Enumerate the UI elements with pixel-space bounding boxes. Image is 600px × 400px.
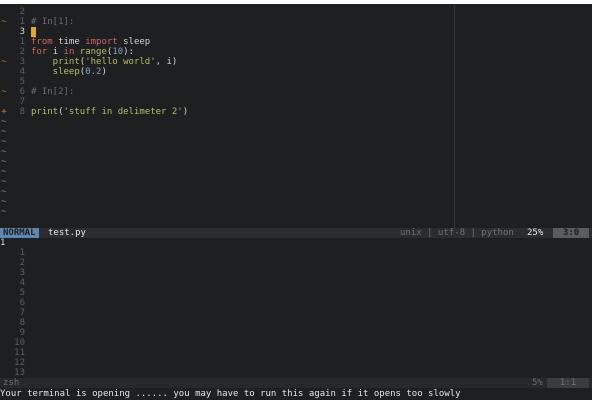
code-token: in	[63, 47, 80, 57]
git-sign: ~	[1, 57, 7, 67]
line-number: 5	[19, 77, 25, 87]
line-number: 6	[19, 87, 25, 97]
line-number: 2	[19, 7, 25, 17]
line-number: 1	[19, 17, 25, 27]
code-token: for	[31, 47, 53, 57]
empty-line-marker: ~	[1, 157, 7, 167]
line-code[interactable]: print('hello world', i)	[31, 57, 178, 67]
line-number: 5	[19, 288, 25, 298]
line-number: 3	[19, 268, 25, 278]
empty-line-marker: ~	[1, 127, 7, 137]
line-code[interactable]: from time import sleep	[31, 37, 150, 47]
code-token: sleep	[31, 67, 80, 77]
empty-line-marker: ~	[1, 147, 7, 157]
terminal-filename: zsh	[3, 378, 20, 388]
color-column	[454, 4, 455, 228]
line-code[interactable]	[31, 27, 36, 37]
code-token: import	[85, 37, 124, 47]
line-number: 13	[14, 368, 25, 378]
code-token: 'hello world'	[85, 57, 156, 67]
empty-line-marker: ~	[1, 117, 7, 127]
code-token: sleep	[123, 37, 151, 47]
line-number: 6	[19, 298, 25, 308]
code-token: print	[31, 57, 80, 67]
line-number: 10	[14, 338, 25, 348]
empty-line-marker: ~	[1, 177, 7, 187]
code-token: , i)	[155, 57, 178, 67]
status-percent: 25%	[527, 228, 544, 238]
line-code[interactable]: for i in range(10):	[31, 47, 134, 57]
line-number: 1	[19, 248, 25, 258]
empty-line-marker: ~	[1, 167, 7, 177]
terminal-position: 1:1	[547, 378, 589, 388]
line-number: 9	[19, 328, 25, 338]
line-number: 1	[0, 238, 6, 248]
status-position: 3:0	[553, 228, 589, 238]
empty-line-marker: ~	[1, 207, 7, 217]
code-token: # In[2]:	[31, 87, 75, 97]
line-code[interactable]: print('stuff in delimeter 2')	[31, 107, 188, 117]
command-message: Your terminal is opening ...... you may …	[0, 389, 461, 399]
line-code[interactable]: sleep(0.2)	[31, 67, 107, 77]
line-code[interactable]: # In[2]:	[31, 87, 74, 97]
status-filename: test.py	[48, 228, 86, 238]
code-token: ):	[123, 47, 134, 57]
empty-line-marker: ~	[1, 187, 7, 197]
code-token: i	[52, 47, 64, 57]
code-token: 10	[112, 47, 124, 57]
line-number: 1	[19, 37, 25, 47]
git-sign: +	[1, 107, 7, 117]
terminal-percent: 5%	[532, 378, 543, 388]
empty-line-marker: ~	[1, 137, 7, 147]
line-number: 12	[14, 358, 25, 368]
line-number: 3	[19, 57, 25, 67]
code-token: from	[31, 37, 59, 47]
cursor	[31, 27, 36, 37]
line-number: 2	[19, 47, 25, 57]
line-number: 11	[14, 348, 25, 358]
line-number: 2	[19, 258, 25, 268]
line-number: 7	[19, 308, 25, 318]
line-number: 4	[19, 67, 25, 77]
code-token: print	[31, 107, 59, 117]
code-token: # In[1]:	[31, 17, 75, 27]
line-number: 3	[19, 27, 25, 37]
window-edge	[592, 4, 600, 400]
status-line: NORMAL test.py unix | utf-8 | python 25%…	[0, 228, 592, 238]
empty-line-marker: ~	[1, 197, 7, 207]
code-token: range	[79, 47, 107, 57]
line-code[interactable]: # In[1]:	[31, 17, 74, 27]
code-token: time	[58, 37, 86, 47]
line-number: 7	[19, 97, 25, 107]
line-number: 8	[19, 107, 25, 117]
status-fileinfo: unix | utf-8 | python	[400, 228, 514, 238]
line-number: 8	[19, 318, 25, 328]
terminal-window[interactable]: 2 ~1 # In[1]: 3 1 from time import sleep 2 for …	[0, 4, 592, 400]
mode-indicator: NORMAL	[0, 228, 39, 238]
line-number: 4	[19, 278, 25, 288]
code-token: )	[101, 67, 107, 77]
code-token: 'stuff in delimeter 2'	[63, 107, 183, 117]
git-sign: ~	[1, 17, 7, 27]
code-token: 0.2	[85, 67, 102, 77]
git-sign: ~	[1, 87, 7, 97]
terminal-status-line: zsh 5% 1:1	[0, 378, 592, 388]
code-token: )	[182, 107, 189, 117]
